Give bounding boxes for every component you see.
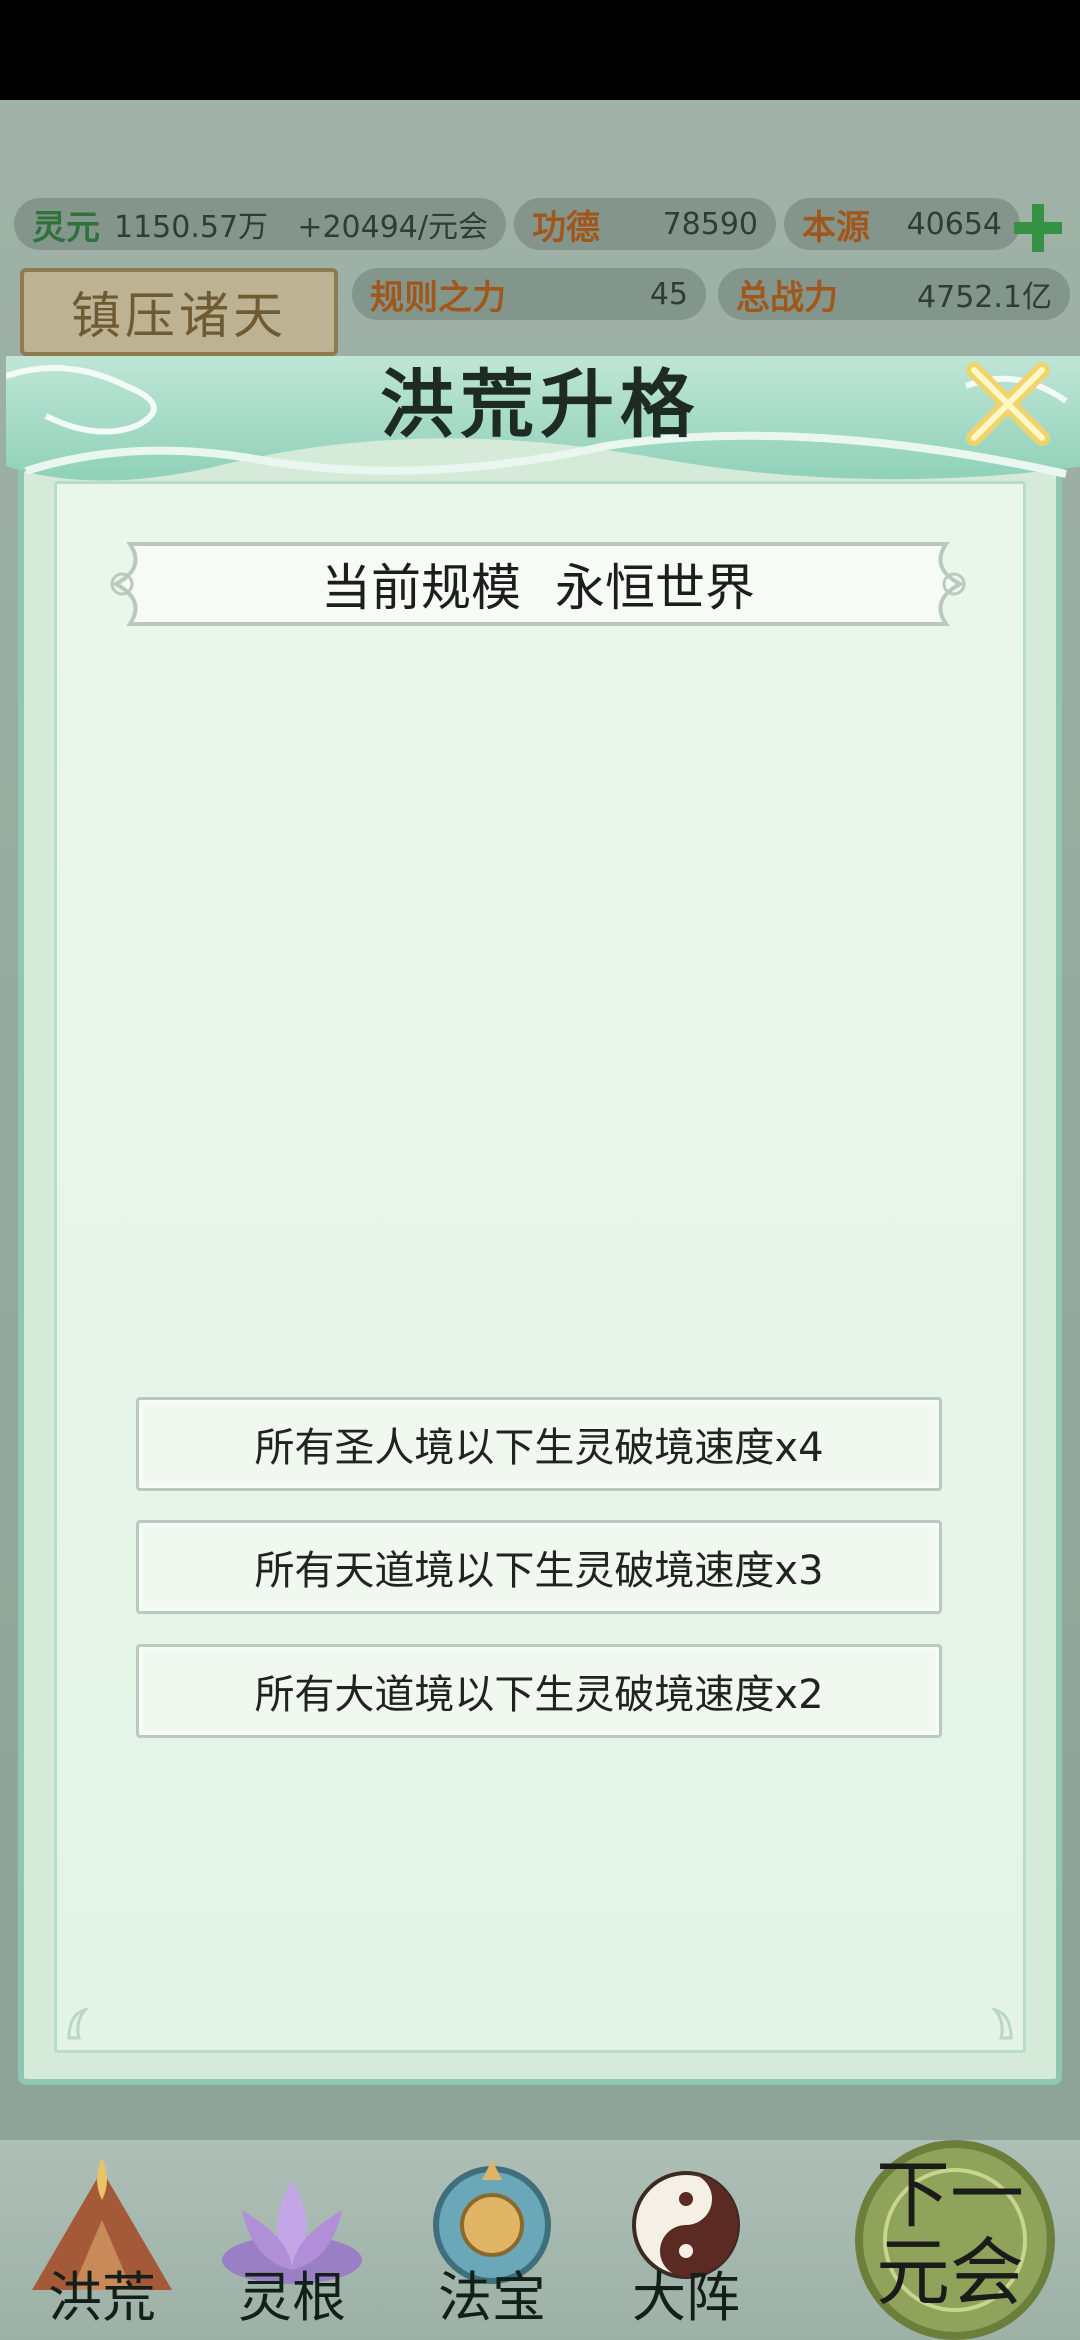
bonus-row: 所有大道境以下生灵破境速度x2	[136, 1644, 942, 1738]
current-scale: 当前规模 永恒世界	[100, 538, 976, 630]
modal-title: 洪荒升格	[380, 362, 700, 448]
next-era-label: 下一 元会	[835, 2130, 1065, 2340]
corner-ornament-icon	[67, 2007, 90, 2040]
bonus-text: 所有圣人境以下生灵破境速度x4	[254, 1425, 824, 1471]
bonus-text: 所有天道境以下生灵破境速度x3	[254, 1548, 824, 1594]
bonus-text: 所有大道境以下生灵破境速度x2	[254, 1672, 824, 1718]
close-button[interactable]	[962, 358, 1054, 450]
nav-honghuang[interactable]: 洪荒	[12, 2150, 192, 2340]
nav-linggen[interactable]: 灵根	[202, 2150, 382, 2340]
next-era-button[interactable]: 下一 元会	[835, 2130, 1065, 2340]
close-icon	[966, 362, 1050, 446]
nav-dazhen[interactable]: 大阵	[596, 2150, 776, 2340]
scale-value: 永恒世界	[555, 559, 755, 617]
modal-content-panel	[54, 481, 1026, 2053]
bonus-row: 所有圣人境以下生灵破境速度x4	[136, 1397, 942, 1491]
bonus-row: 所有天道境以下生灵破境速度x3	[136, 1520, 942, 1614]
nav-honghuang-label: 洪荒	[48, 2266, 156, 2329]
status-bar	[0, 0, 1080, 100]
nav-dazhen-label: 大阵	[632, 2266, 740, 2329]
scale-label: 当前规模	[321, 559, 521, 617]
corner-ornament-icon	[990, 2007, 1013, 2040]
nav-linggen-label: 灵根	[238, 2266, 346, 2329]
nav-fabao[interactable]: 法宝	[402, 2150, 582, 2340]
next-era-line1: 下一	[876, 2152, 1024, 2239]
nav-fabao-label: 法宝	[438, 2266, 546, 2329]
next-era-line2: 元会	[876, 2230, 1024, 2316]
